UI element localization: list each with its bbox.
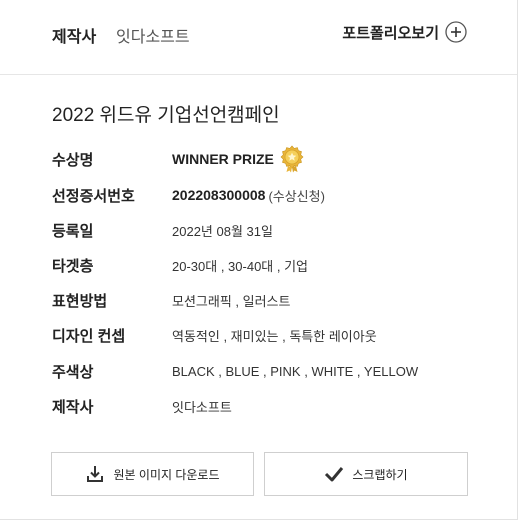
target-value: 20-30대 , 30-40대 , 기업 xyxy=(172,258,309,274)
registered-value: 2022년 08월 31일 xyxy=(172,223,273,239)
download-icon xyxy=(87,466,104,482)
scrap-button[interactable]: 스크랩하기 xyxy=(264,452,468,496)
header-bar: 제작사 잇다소프트 포트폴리오보기 xyxy=(0,0,517,75)
award-value: WINNER PRIZE xyxy=(172,151,274,167)
row-concept: 디자인 컨셉 역동적인 , 재미있는 , 독특한 레이아웃 xyxy=(52,325,377,345)
maker-name[interactable]: 잇다소프트 xyxy=(116,23,190,47)
certificate-number: 202208300008 xyxy=(172,187,266,203)
method-label: 표현방법 xyxy=(52,292,108,310)
maker-label: 제작사 xyxy=(52,29,97,46)
row-method: 표현방법 모션그래픽 , 일러스트 xyxy=(52,290,290,310)
colors-value: BLACK , BLUE , PINK , WHITE , YELLOW xyxy=(172,363,419,379)
scrap-button-label: 스크랩하기 xyxy=(352,467,408,482)
registered-label: 등록일 xyxy=(52,222,94,240)
project-title: 2022 위드유 기업선언캠페인 xyxy=(52,105,280,126)
certificate-label: 선정증서번호 xyxy=(52,187,135,205)
row-maker: 제작사 잇다소프트 xyxy=(52,396,232,416)
target-label: 타겟층 xyxy=(52,257,94,275)
maker-row-label: 제작사 xyxy=(52,398,94,416)
download-button-label: 원본 이미지 다운로드 xyxy=(113,467,220,482)
certificate-note: (수상신청) xyxy=(268,188,325,204)
concept-value: 역동적인 , 재미있는 , 독특한 레이아웃 xyxy=(172,328,377,344)
plus-circle-icon xyxy=(445,21,467,43)
portfolio-link-label: 포트폴리오보기 xyxy=(342,24,439,42)
gold-medal-icon xyxy=(280,145,304,173)
row-colors: 주색상 BLACK , BLUE , PINK , WHITE , YELLOW xyxy=(52,361,418,381)
certificate-value-wrap: 202208300008 (수상신청) xyxy=(172,186,325,205)
award-label: 수상명 xyxy=(52,151,94,169)
download-original-button[interactable]: 원본 이미지 다운로드 xyxy=(51,452,254,496)
concept-label: 디자인 컨셉 xyxy=(52,327,126,345)
award-value-wrap: WINNER PRIZE xyxy=(172,145,306,173)
colors-label: 주색상 xyxy=(52,363,94,381)
portfolio-link[interactable]: 포트폴리오보기 xyxy=(342,21,467,43)
row-target: 타겟층 20-30대 , 30-40대 , 기업 xyxy=(52,255,308,275)
maker-row-value: 잇다소프트 xyxy=(172,399,232,415)
row-certificate: 선정증서번호 202208300008 (수상신청) xyxy=(52,185,325,205)
checkmark-icon xyxy=(325,467,344,482)
row-award: 수상명 WINNER PRIZE xyxy=(52,145,306,173)
row-registered: 등록일 2022년 08월 31일 xyxy=(52,220,273,240)
method-value: 모션그래픽 , 일러스트 xyxy=(172,293,291,309)
